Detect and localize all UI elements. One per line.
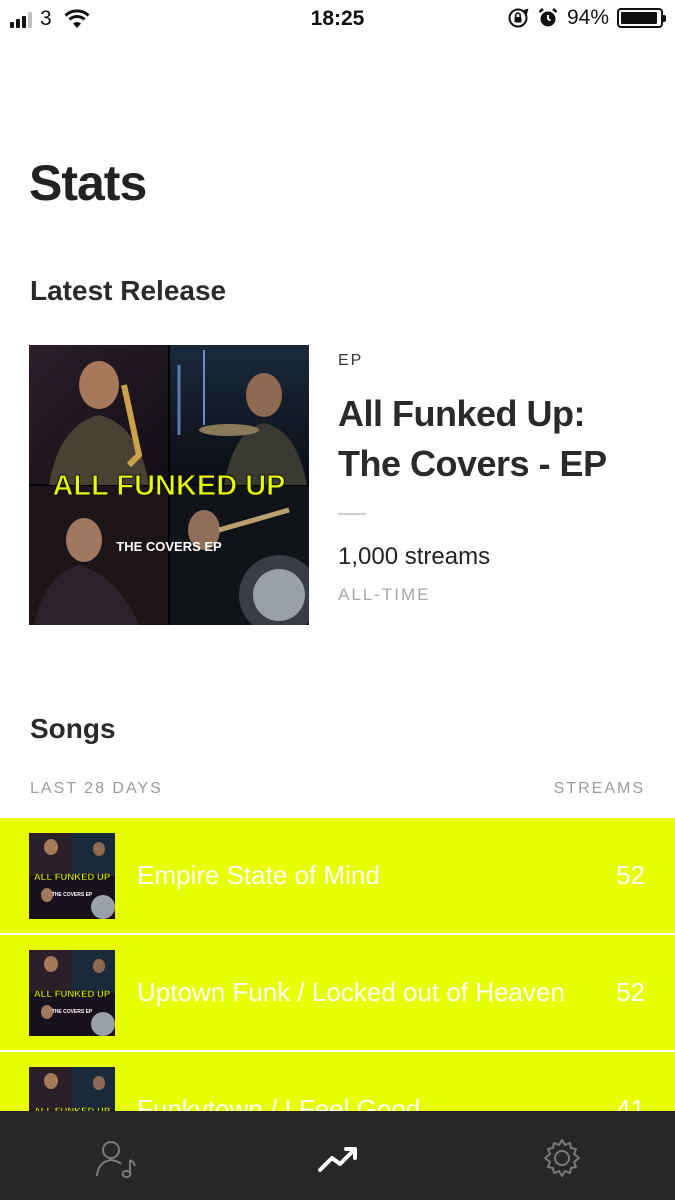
song-artwork-title-text: ALL FUNKED UP bbox=[34, 989, 111, 1000]
songs-period-header: LAST 28 DAYS bbox=[30, 780, 163, 797]
release-artwork-image: ALL FUNKED UP THE COVERS EP bbox=[29, 345, 309, 625]
release-artwork[interactable]: ALL FUNKED UP THE COVERS EP bbox=[29, 345, 309, 625]
song-row[interactable]: ALL FUNKED UP THE COVERS EP Empire State o… bbox=[0, 818, 675, 935]
trending-up-icon bbox=[318, 1147, 357, 1172]
release-period: ALL-TIME bbox=[338, 585, 431, 604]
songs-streams-header: STREAMS bbox=[553, 780, 645, 797]
song-artwork: ALL FUNKED UP THE COVERS EP bbox=[29, 833, 115, 919]
song-streams: 52 bbox=[616, 977, 645, 1007]
release-streams: 1,000 streams bbox=[338, 543, 658, 571]
stats-screen: 3 18:25 94% Stats Latest Release ALL FUN… bbox=[0, 0, 675, 1200]
divider bbox=[338, 513, 366, 515]
release-info[interactable]: EP All Funked Up: The Covers - EP 1,000 … bbox=[338, 352, 658, 605]
song-artwork-title-text: ALL FUNKED UP bbox=[34, 872, 111, 883]
release-title-line-2: The Covers - EP bbox=[338, 443, 607, 484]
gear-icon bbox=[544, 1139, 580, 1177]
status-bar: 3 18:25 94% bbox=[0, 0, 675, 38]
status-bar-right: 94% bbox=[507, 6, 666, 30]
tab-settings[interactable] bbox=[540, 1136, 584, 1180]
release-streams-count: 1,000 bbox=[338, 543, 399, 570]
artwork-title-text: ALL FUNKED UP bbox=[52, 470, 285, 502]
battery-level-fill bbox=[621, 12, 657, 24]
tab-bar bbox=[0, 1111, 675, 1200]
release-type: EP bbox=[338, 352, 364, 369]
release-title-line-1: All Funked Up: bbox=[338, 393, 586, 434]
battery-icon bbox=[617, 8, 666, 28]
release-streams-word: streams bbox=[404, 543, 491, 570]
tab-stats[interactable] bbox=[316, 1136, 360, 1180]
artist-music-icon bbox=[96, 1141, 136, 1178]
artwork-subtitle-text: THE COVERS EP bbox=[116, 539, 222, 554]
song-artwork-subtitle-text: THE COVERS EP bbox=[52, 892, 93, 898]
song-artwork-subtitle-text: THE COVERS EP bbox=[52, 1009, 93, 1015]
songs-heading: Songs bbox=[30, 713, 116, 744]
tab-artist[interactable] bbox=[94, 1136, 138, 1180]
song-title: Uptown Funk / Locked out of Heaven bbox=[137, 977, 565, 1007]
song-artwork: ALL FUNKED UP THE COVERS EP bbox=[29, 950, 115, 1036]
rotation-lock-icon bbox=[508, 8, 529, 28]
song-row[interactable]: ALL FUNKED UP THE COVERS EP Uptown Funk / … bbox=[0, 935, 675, 1052]
song-title: Empire State of Mind bbox=[137, 860, 380, 890]
battery-percentage: 94% bbox=[566, 6, 609, 29]
alarm-icon bbox=[538, 8, 558, 27]
song-streams: 52 bbox=[616, 860, 645, 890]
release-title: All Funked Up: The Covers - EP bbox=[338, 389, 658, 489]
latest-release-heading: Latest Release bbox=[30, 275, 227, 306]
page-title: Stats bbox=[29, 155, 147, 211]
